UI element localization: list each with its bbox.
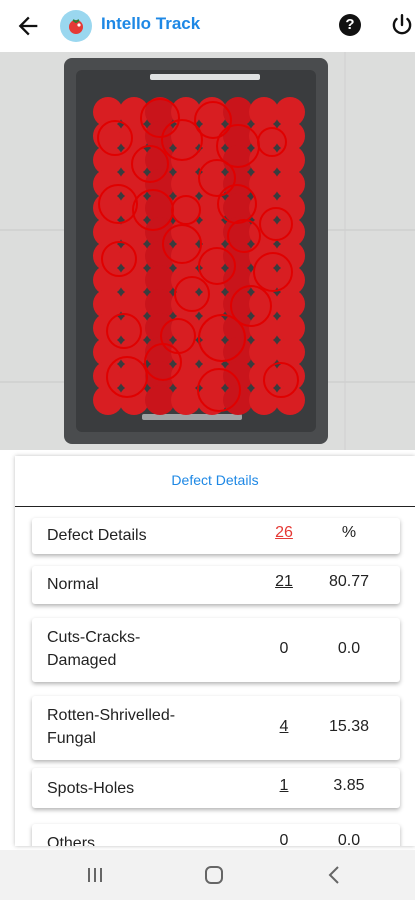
- row-count[interactable]: 4: [270, 718, 298, 736]
- panel-title: Defect Details: [15, 456, 415, 507]
- back-arrow-icon[interactable]: [14, 12, 42, 40]
- back-icon[interactable]: [323, 864, 347, 886]
- tomato-crate-photo: [0, 52, 415, 450]
- row-pct: 80.77: [328, 573, 370, 590]
- table-row-normal: Normal 21 80.77: [32, 566, 400, 604]
- power-icon[interactable]: [389, 12, 415, 38]
- row-label: Rotten-Shrivelled- Fungal: [47, 707, 176, 747]
- table-row-rotten: Rotten-Shrivelled- Fungal 4 15.38: [32, 696, 400, 760]
- row-label: Others: [47, 835, 96, 846]
- detection-image: [0, 52, 415, 450]
- table-row-header: Defect Details 26 %: [32, 518, 400, 554]
- row-label: Defect Details: [47, 527, 147, 544]
- system-nav-bar: [0, 850, 415, 900]
- row-count[interactable]: 21: [270, 573, 298, 591]
- row-count[interactable]: 1: [270, 777, 298, 795]
- table-row-spots-holes: Spots-Holes 1 3.85: [32, 768, 400, 808]
- top-app-bar: Intello Track ?: [0, 0, 415, 52]
- row-count[interactable]: 26: [270, 524, 298, 542]
- row-pct: %: [341, 524, 357, 541]
- row-label: Normal: [47, 576, 99, 593]
- recent-apps-icon[interactable]: [83, 864, 107, 886]
- table-row-cuts-cracks: Cuts-Cracks- Damaged 0 0.0: [32, 618, 400, 682]
- app-title: Intello Track: [101, 14, 201, 33]
- row-label: Spots-Holes: [47, 780, 135, 797]
- tomato-logo-icon: [60, 10, 92, 42]
- row-pct: 15.38: [328, 718, 370, 735]
- table-row-others: Others 0 0.0: [32, 824, 400, 846]
- row-pct: 0.0: [337, 832, 361, 846]
- home-icon[interactable]: [202, 864, 226, 886]
- row-label: Cuts-Cracks- Damaged: [47, 629, 141, 669]
- row-pct: 0.0: [337, 640, 361, 657]
- help-icon[interactable]: ?: [339, 14, 361, 36]
- defect-details-panel: Defect Details Defect Details 26 % Norma…: [15, 456, 415, 846]
- row-pct: 3.85: [333, 777, 365, 794]
- row-count: 0: [279, 832, 289, 846]
- row-count: 0: [279, 640, 289, 657]
